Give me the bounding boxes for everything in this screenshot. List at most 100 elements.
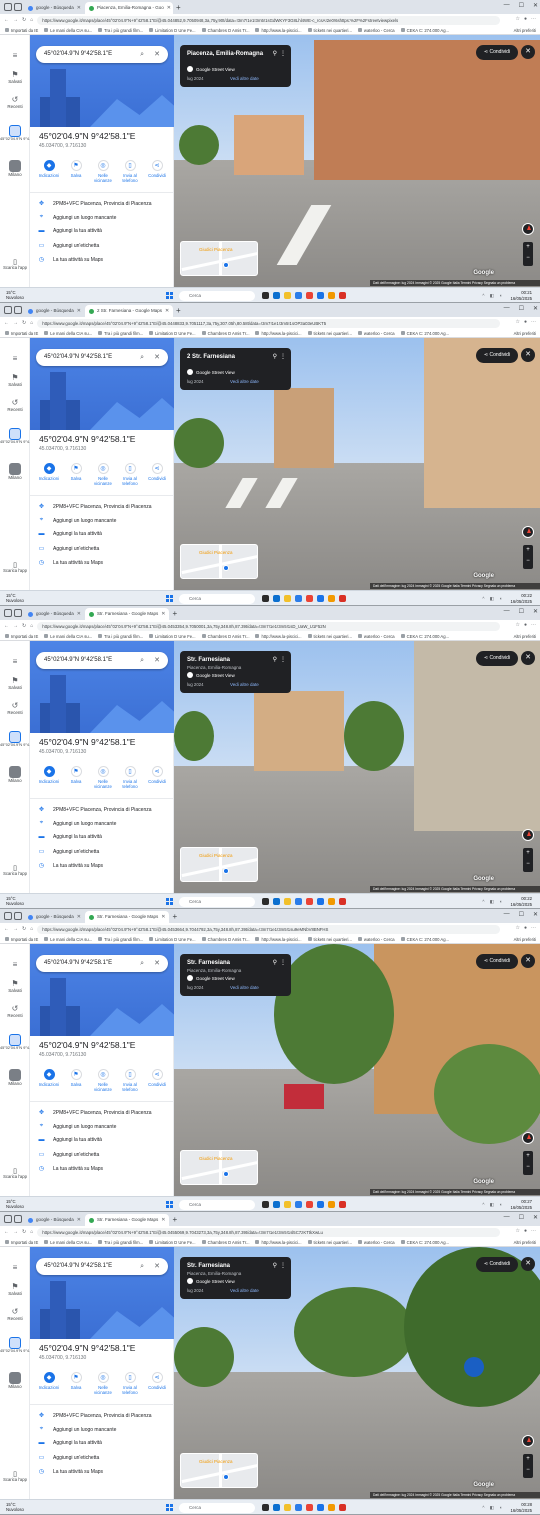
menu-button[interactable]: ≡ (0, 657, 30, 666)
bookmark-item[interactable]: CEKA C: 274.000 Ag... (401, 634, 449, 639)
search-input[interactable]: 45°02'04.9"N 9°42'58.1"E ⌕ ✕ (36, 46, 168, 63)
bookmark-item[interactable]: waterloo - Cerca (358, 937, 395, 942)
nearby-button[interactable]: ◎ Nelle vicinanze (90, 160, 116, 183)
bookmark-item[interactable]: Le mani della CIA su... (44, 28, 92, 33)
close-tab-icon[interactable]: ✕ (161, 1214, 165, 1226)
add-business-row[interactable]: ▬ Aggiungi la tua attività (38, 1440, 102, 1446)
home-icon[interactable]: ⌂ (30, 623, 33, 629)
bookmark-item[interactable]: Tra i più grandi film... (98, 634, 143, 639)
bookmark-item[interactable]: Limitation D Une Fe... (149, 634, 196, 639)
recent-button[interactable]: ↺ Recenti (0, 1004, 30, 1018)
close-street-view-icon[interactable]: ✕ (521, 348, 535, 362)
system-tray[interactable]: ^ ◧ ◖ (482, 1202, 504, 1208)
bookmark-item[interactable]: Chambres D Amis Tr... (202, 331, 250, 336)
other-bookmarks[interactable]: Altri preferiti (514, 937, 536, 942)
windows-start-icon[interactable] (166, 898, 173, 905)
share-button[interactable]: ⋖ Condividi (144, 766, 170, 789)
new-tab-icon[interactable]: + (176, 3, 181, 12)
close-tab-icon[interactable]: ✕ (167, 2, 171, 14)
zoom-control[interactable]: + − (523, 1151, 533, 1175)
store-icon[interactable] (295, 898, 302, 905)
download-app-button[interactable]: ▯ Scarica l'app (0, 259, 30, 270)
minimap[interactable]: Giudici Piacenza (180, 1453, 258, 1488)
windows-start-icon[interactable] (166, 1504, 173, 1511)
close-window-icon[interactable]: ✕ (533, 1214, 538, 1221)
weather-widget[interactable]: 15°C Nuvoloso (6, 1199, 24, 1209)
taskbar-search[interactable]: Cerca (179, 291, 255, 301)
add-place-row[interactable]: ⌖ Aggiungi un luogo mancante (38, 517, 117, 524)
profile-icon[interactable]: ● (524, 319, 527, 325)
star-icon[interactable]: ☆ (515, 622, 519, 628)
reload-icon[interactable]: ↻ (22, 926, 26, 932)
share-button[interactable]: ⋖ Condividi (144, 1372, 170, 1395)
compass-icon[interactable] (522, 829, 534, 841)
url-input[interactable]: https://www.google.it/maps/place/45°02'0… (37, 318, 500, 328)
bookmark-item[interactable]: http://www.la-piscici... (255, 1240, 301, 1245)
store-icon[interactable] (295, 1504, 302, 1511)
new-tab-icon[interactable]: + (172, 609, 177, 618)
clock[interactable]: 00:28 16/05/2025 (510, 1502, 532, 1513)
share-sv-button[interactable]: ⋖ Condividi (476, 45, 518, 60)
more-icon[interactable]: ⋯ (531, 925, 536, 931)
bookmark-item[interactable]: Limitation D Une Fe... (149, 28, 196, 33)
forward-icon[interactable]: → (13, 17, 18, 23)
pin-icon[interactable]: ⚲ (273, 353, 277, 360)
add-business-row[interactable]: ▬ Aggiungi la tua attività (38, 228, 102, 234)
search-icon[interactable]: ⌕ (140, 46, 144, 63)
close-tab-icon[interactable]: ✕ (165, 305, 169, 317)
clear-search-icon[interactable]: ✕ (154, 1258, 160, 1275)
file-explorer-icon[interactable] (284, 898, 291, 905)
share-sv-button[interactable]: ⋖ Condividi (476, 651, 518, 666)
search-icon[interactable]: ⌕ (140, 955, 144, 972)
recent-place-coord[interactable]: 45°02'04.9"N 9°4... (0, 1034, 30, 1050)
send-to-phone-button[interactable]: ▯ Invia al telefono (117, 1372, 143, 1395)
more-options-icon[interactable]: ⋮ (280, 1262, 286, 1269)
zoom-control[interactable]: + − (523, 242, 533, 266)
minimize-icon[interactable]: — (504, 305, 510, 312)
bookmark-item[interactable]: CEKA C: 274.000 Ag... (401, 28, 449, 33)
clear-search-icon[interactable]: ✕ (154, 652, 160, 669)
forward-icon[interactable]: → (13, 320, 18, 326)
close-street-view-icon[interactable]: ✕ (521, 45, 535, 59)
reload-icon[interactable]: ↻ (22, 1229, 26, 1235)
new-tab-icon[interactable]: + (172, 1215, 177, 1224)
store-icon[interactable] (295, 595, 302, 602)
add-label-row[interactable]: ▭ Aggiungi un'etichetta (38, 545, 100, 553)
bookmark-item[interactable]: Tra i più grandi film... (98, 28, 143, 33)
app-icon[interactable] (339, 595, 346, 602)
more-icon[interactable]: ⋯ (531, 1228, 536, 1234)
recent-place-coord[interactable]: 45°02'04.9"N 9°4... (0, 1337, 30, 1353)
send-to-phone-button[interactable]: ▯ Invia al telefono (117, 160, 143, 183)
bookmark-item[interactable]: Chambres D Amis Tr... (202, 634, 250, 639)
recent-place-coord[interactable]: 45°02'04.9"N 9°4... (0, 731, 30, 747)
close-tab-icon[interactable]: ✕ (77, 305, 81, 317)
add-place-row[interactable]: ⌖ Aggiungi un luogo mancante (38, 1426, 117, 1433)
star-icon[interactable]: ☆ (515, 319, 519, 325)
mail-icon[interactable] (317, 595, 324, 602)
see-more-dates-link[interactable]: Vedi altre date (230, 985, 259, 990)
app-icon[interactable] (339, 1504, 346, 1511)
bookmark-item[interactable]: waterloo - Cerca (358, 1240, 395, 1245)
nearby-button[interactable]: ◎ Nelle vicinanze (90, 766, 116, 789)
bookmark-item[interactable]: Le mani della CIA su... (44, 937, 92, 942)
tab-maps[interactable]: 2 Str. Farnesiana - Google Maps ✕ (84, 305, 173, 317)
forward-icon[interactable]: → (13, 926, 18, 932)
close-tab-icon[interactable]: ✕ (77, 2, 81, 14)
saved-button[interactable]: ⚑ Salvati (0, 676, 30, 690)
plus-code-row[interactable]: ✥ 2PM8+VFC Piacenza, Provincia di Piacenz… (38, 503, 152, 511)
task-view-icon[interactable] (262, 292, 269, 299)
recent-button[interactable]: ↺ Recenti (0, 95, 30, 109)
clear-search-icon[interactable]: ✕ (154, 955, 160, 972)
directions-button[interactable]: ◆ Indicazioni (36, 1069, 62, 1092)
your-business-row[interactable]: ◷ La tua attività su Maps (38, 559, 103, 567)
bookmark-item[interactable]: http://www.la-piscici... (255, 331, 301, 336)
nearby-button[interactable]: ◎ Nelle vicinanze (90, 463, 116, 486)
saved-button[interactable]: ⚑ Salvati (0, 1282, 30, 1296)
tab-actions-icon[interactable] (4, 1215, 12, 1223)
bookmark-item[interactable]: Le mani della CIA su... (44, 331, 92, 336)
chrome-icon[interactable] (306, 898, 313, 905)
search-input[interactable]: 45°02'04.9"N 9°42'58.1"E ⌕ ✕ (36, 1258, 168, 1275)
add-label-row[interactable]: ▭ Aggiungi un'etichetta (38, 848, 100, 856)
menu-button[interactable]: ≡ (0, 1263, 30, 1272)
close-window-icon[interactable]: ✕ (533, 608, 538, 615)
